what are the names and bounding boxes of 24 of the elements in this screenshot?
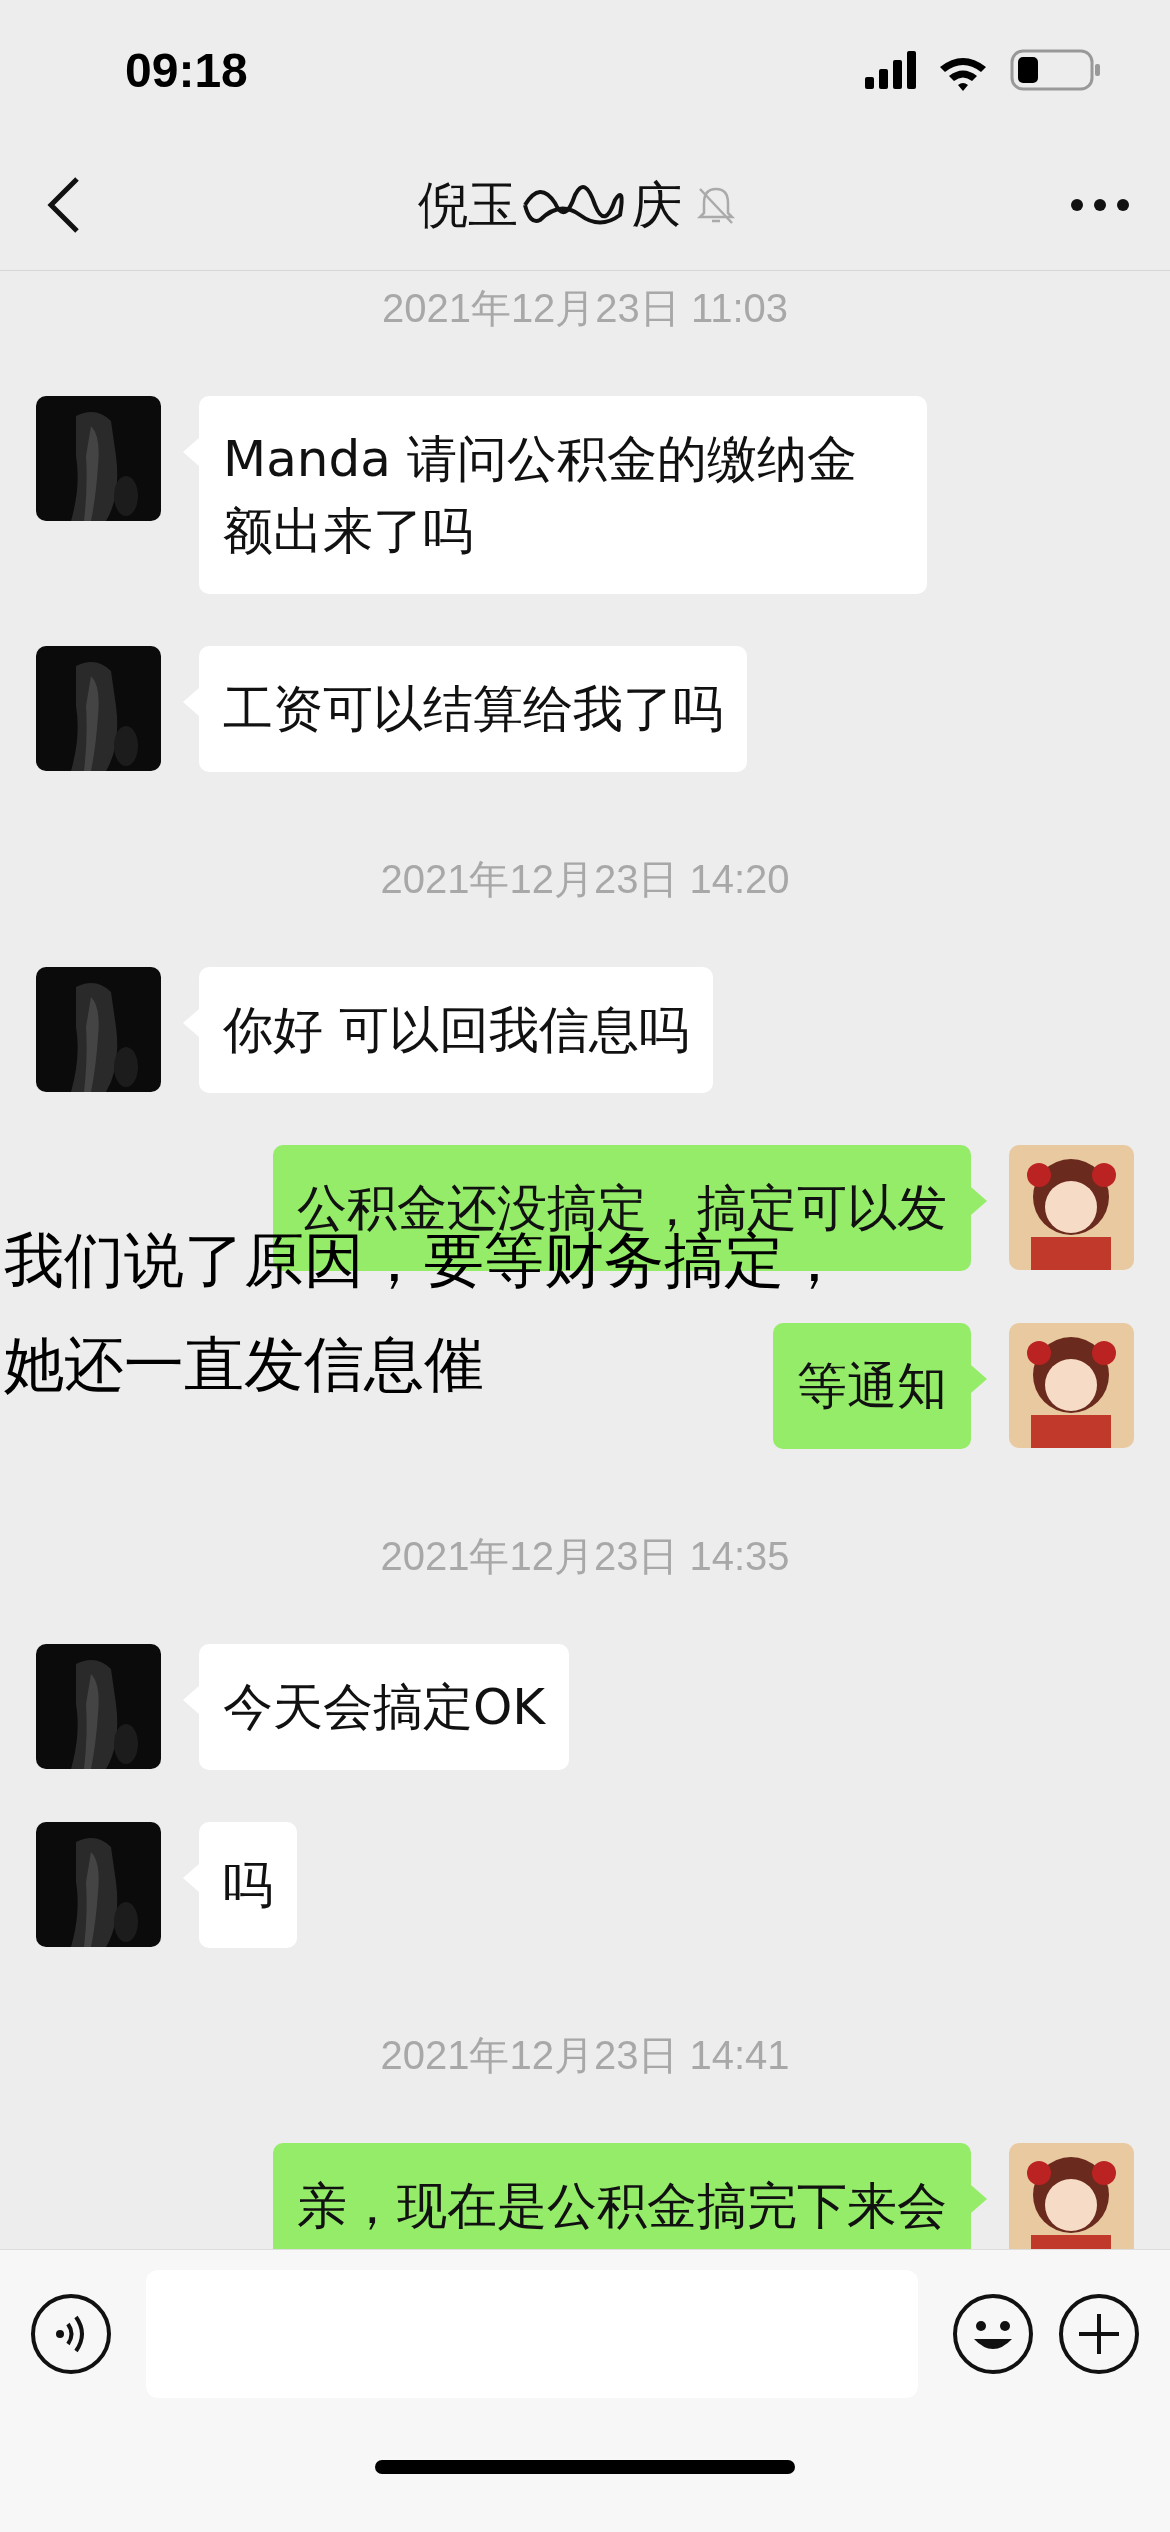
avatar-icon bbox=[1009, 1323, 1134, 1448]
chat-title: 庆 bbox=[631, 174, 682, 236]
emoji-icon[interactable] bbox=[952, 2293, 1034, 2375]
timestamp: 2021年12月23日 14:35 bbox=[380, 1533, 790, 1580]
more-icon[interactable] bbox=[1070, 198, 1130, 212]
message-bubble: 等通知 bbox=[773, 1323, 971, 1449]
voice-icon[interactable] bbox=[30, 2293, 112, 2375]
message-bubble: 吗 bbox=[199, 1822, 297, 1948]
avatar-icon bbox=[1009, 2143, 1134, 2249]
chat-title: 倪玉 bbox=[417, 174, 518, 236]
signal-icon bbox=[865, 51, 916, 89]
overlay-caption: 她还一直发信息催 bbox=[4, 1330, 484, 1398]
avatar-icon bbox=[1009, 1145, 1134, 1270]
message-bubble: 工资可以结算给我了吗 bbox=[199, 646, 747, 772]
message-bubble: 你好 可以回我信息吗 bbox=[199, 967, 713, 1093]
timestamp: 2021年12月23日 11:03 bbox=[381, 285, 789, 332]
status-time: 09:18 bbox=[125, 42, 248, 98]
message-bubble: 亲，现在是公积金搞完下来会 bbox=[273, 2143, 971, 2249]
timestamp: 2021年12月23日 14:20 bbox=[380, 856, 790, 903]
message-bubble: Manda 请问公积金的缴纳金额出来了吗 bbox=[199, 396, 927, 594]
message-bubble: 今天会搞定OK bbox=[199, 1644, 570, 1770]
battery-icon bbox=[1010, 49, 1100, 91]
plus-icon[interactable] bbox=[1058, 2293, 1140, 2375]
timestamp: 2021年12月23日 14:41 bbox=[380, 2032, 790, 2079]
